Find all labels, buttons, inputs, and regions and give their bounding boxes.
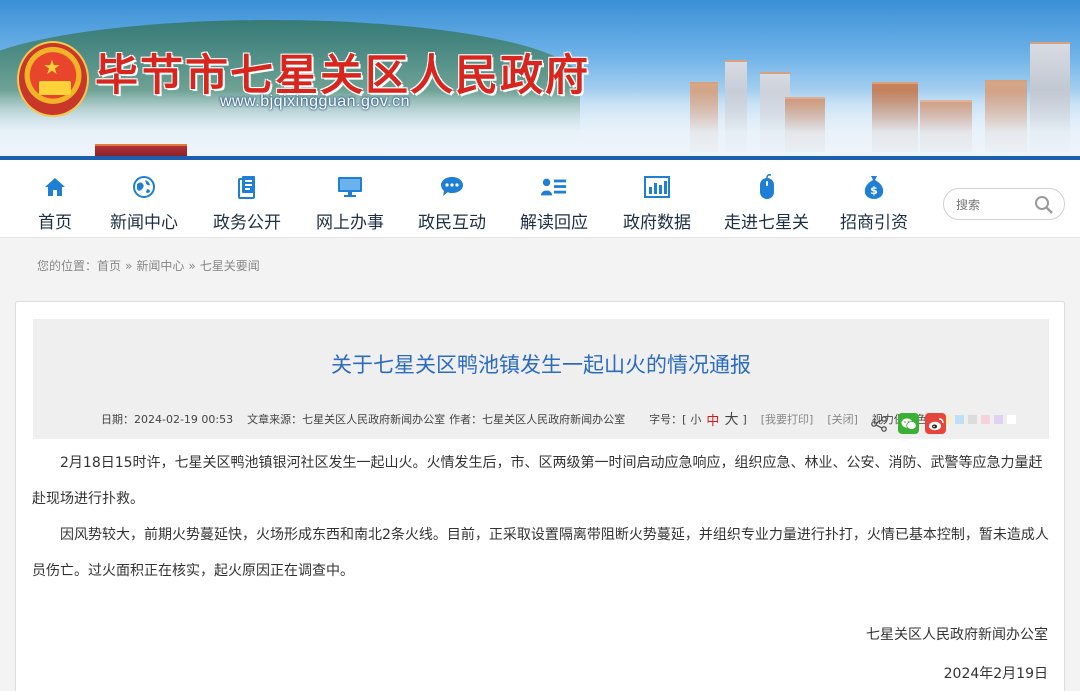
font-size-small[interactable]: 小 [690,411,701,427]
search-icon[interactable] [1034,195,1054,215]
share-icon[interactable] [870,415,888,433]
search-input[interactable] [956,195,1036,215]
weibo-icon[interactable] [925,413,946,434]
national-emblem-icon: ★ [17,41,89,117]
nav-item-home[interactable]: 首页 [38,174,72,233]
article-paragraph: 2月18日15时许，七星关区鸭池镇银河社区发生一起山火。火情发生后，市、区两级第… [32,455,1043,507]
article-paragraph: 因风势较大，前期火势蔓延快，火场形成东西和南北2条火线。目前，正采取设置隔离带阻… [32,527,1049,579]
breadcrumb-current[interactable]: 七星关要闻 [200,259,260,273]
search-box [943,188,1065,220]
money-bag-icon: $ [861,174,887,200]
emblem-gate [39,81,71,95]
nav-item-label: 解读回应 [520,213,588,233]
breadcrumb-separator: » [188,259,196,273]
home-icon [42,174,68,200]
breadcrumb-news[interactable]: 新闻中心 [136,259,184,273]
article-signature: 七星关区人民政府新闻办公室 [866,627,1048,643]
print-link[interactable]: [我要打印] [761,411,814,427]
document-icon [234,174,260,200]
article-sign-date: 2024年2月19日 [943,666,1048,682]
article-title: 关于七星关区鸭池镇发生一起山火的情况通报 [331,353,751,377]
nav-item-label: 走进七星关 [724,213,809,233]
site-url: www.bjqixingguan.gov.cn [220,93,410,110]
breadcrumb: 您的位置：首页» 新闻中心» 七星关要闻 [37,257,260,274]
nav-item-label: 首页 [38,213,72,233]
share-bar [870,413,946,434]
breadcrumb-separator: » [125,259,133,273]
nav-item-gov-affairs[interactable]: 政务公开 [213,174,281,233]
nav-item-label: 政府数据 [623,213,691,233]
eye-color-swatch[interactable] [993,414,1003,424]
article-body: 2月18日15时许，七星关区鸭池镇银河社区发生一起山火。火情发生后，市、区两级第… [32,445,1050,589]
article-date: 日期：2024-02-19 00:53 [101,413,234,426]
nav-item-interpretation[interactable]: 解读回应 [520,174,588,233]
emblem-star: ★ [43,55,61,79]
article-author: 作者：七星关区人民政府新闻办公室 [449,413,626,426]
wechat-icon[interactable] [898,413,919,434]
eye-color-swatch[interactable] [980,414,990,424]
svg-text:$: $ [870,184,878,197]
nav-item-online-service[interactable]: 网上办事 [316,174,384,233]
nav-item-about-qixingguan[interactable]: 走进七星关 [724,174,809,233]
font-size-label: 字号：[ [649,413,687,426]
monitor-icon [337,174,363,200]
nav-item-label: 招商引资 [840,213,908,233]
eye-color-swatch[interactable] [1006,414,1016,424]
breadcrumb-home[interactable]: 首页 [97,259,121,273]
breadcrumb-prefix: 您的位置： [37,259,98,273]
font-size-medium[interactable]: 中 [706,410,719,429]
nav-item-label: 新闻中心 [110,213,178,233]
nav-item-news[interactable]: 新闻中心 [110,174,178,233]
font-size-close: ] [742,412,747,426]
nav-item-label: 政民互动 [418,213,486,233]
chat-icon [439,174,465,200]
mouse-icon [754,174,780,200]
nav-item-label: 网上办事 [316,213,384,233]
nav-item-label: 政务公开 [213,213,281,233]
nav-item-interaction[interactable]: 政民互动 [418,174,486,233]
eye-color-swatch[interactable] [967,414,977,424]
nav-item-gov-data[interactable]: 政府数据 [623,174,691,233]
close-link[interactable]: [关闭] [827,411,858,427]
user-list-icon [541,174,567,200]
main-nav: 首页 新闻中心 政务公开 网上办事 政民互动 解读回应 政府数据 走进七星关 $… [0,160,1080,238]
globe-icon [131,174,157,200]
nav-item-investment[interactable]: $ 招商引资 [840,174,908,233]
font-size-large[interactable]: 大 [724,409,738,429]
eye-color-swatch[interactable] [954,414,964,424]
article-source: 文章来源：七星关区人民政府新闻办公室 [247,413,446,426]
bar-chart-icon [644,174,670,200]
